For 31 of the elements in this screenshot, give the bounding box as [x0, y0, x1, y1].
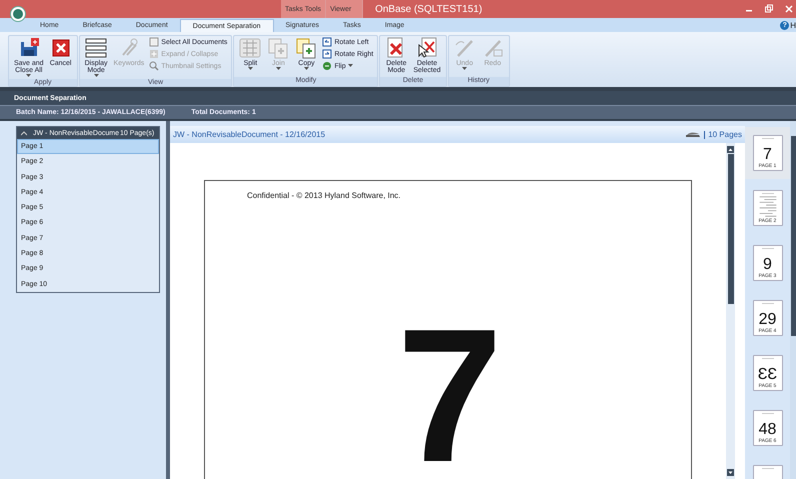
scroll-thumb[interactable] [728, 154, 734, 304]
cancel-icon [50, 37, 72, 59]
scrollbar[interactable] [726, 143, 735, 479]
page-count-label: 10 Pages [708, 130, 742, 139]
delete-selected-icon [416, 37, 438, 59]
thumbnail-number: 48 [758, 421, 776, 438]
scroll-down-icon [727, 469, 734, 476]
checkbox-icon [149, 37, 160, 47]
thumbnail-number: 7 [763, 146, 772, 163]
magnifier-icon [149, 61, 160, 71]
rotate-right-icon [322, 49, 332, 59]
scroll-up-icon [727, 146, 734, 153]
grid-pages-icon [239, 37, 262, 59]
window-title: OnBase (SQLTEST151) [375, 4, 482, 14]
rotate-left-icon [322, 37, 332, 47]
document-title: JW - NonRevisableDocument - 12/16/2015 [173, 130, 326, 139]
help-label: H [790, 20, 796, 30]
copy-pages-icon [295, 37, 318, 59]
thumbnail-number: 29 [758, 311, 776, 328]
thumbnail-number: 9 [763, 256, 772, 273]
pages-plus-icon [267, 37, 290, 59]
thumbnail-number: ƐƐ [758, 366, 778, 383]
list-view-icon [85, 37, 108, 59]
page-number-text: 7 [397, 320, 504, 472]
scroll-thumb[interactable] [790, 136, 796, 336]
close-icon [784, 4, 794, 14]
page-header-text: Confidential - © 2013 Hyland Software, Inc. [247, 191, 402, 200]
stapler-icon [685, 130, 702, 138]
plus-box-icon [149, 49, 160, 59]
scrollbar[interactable] [790, 121, 796, 479]
restore-icon [764, 4, 774, 14]
